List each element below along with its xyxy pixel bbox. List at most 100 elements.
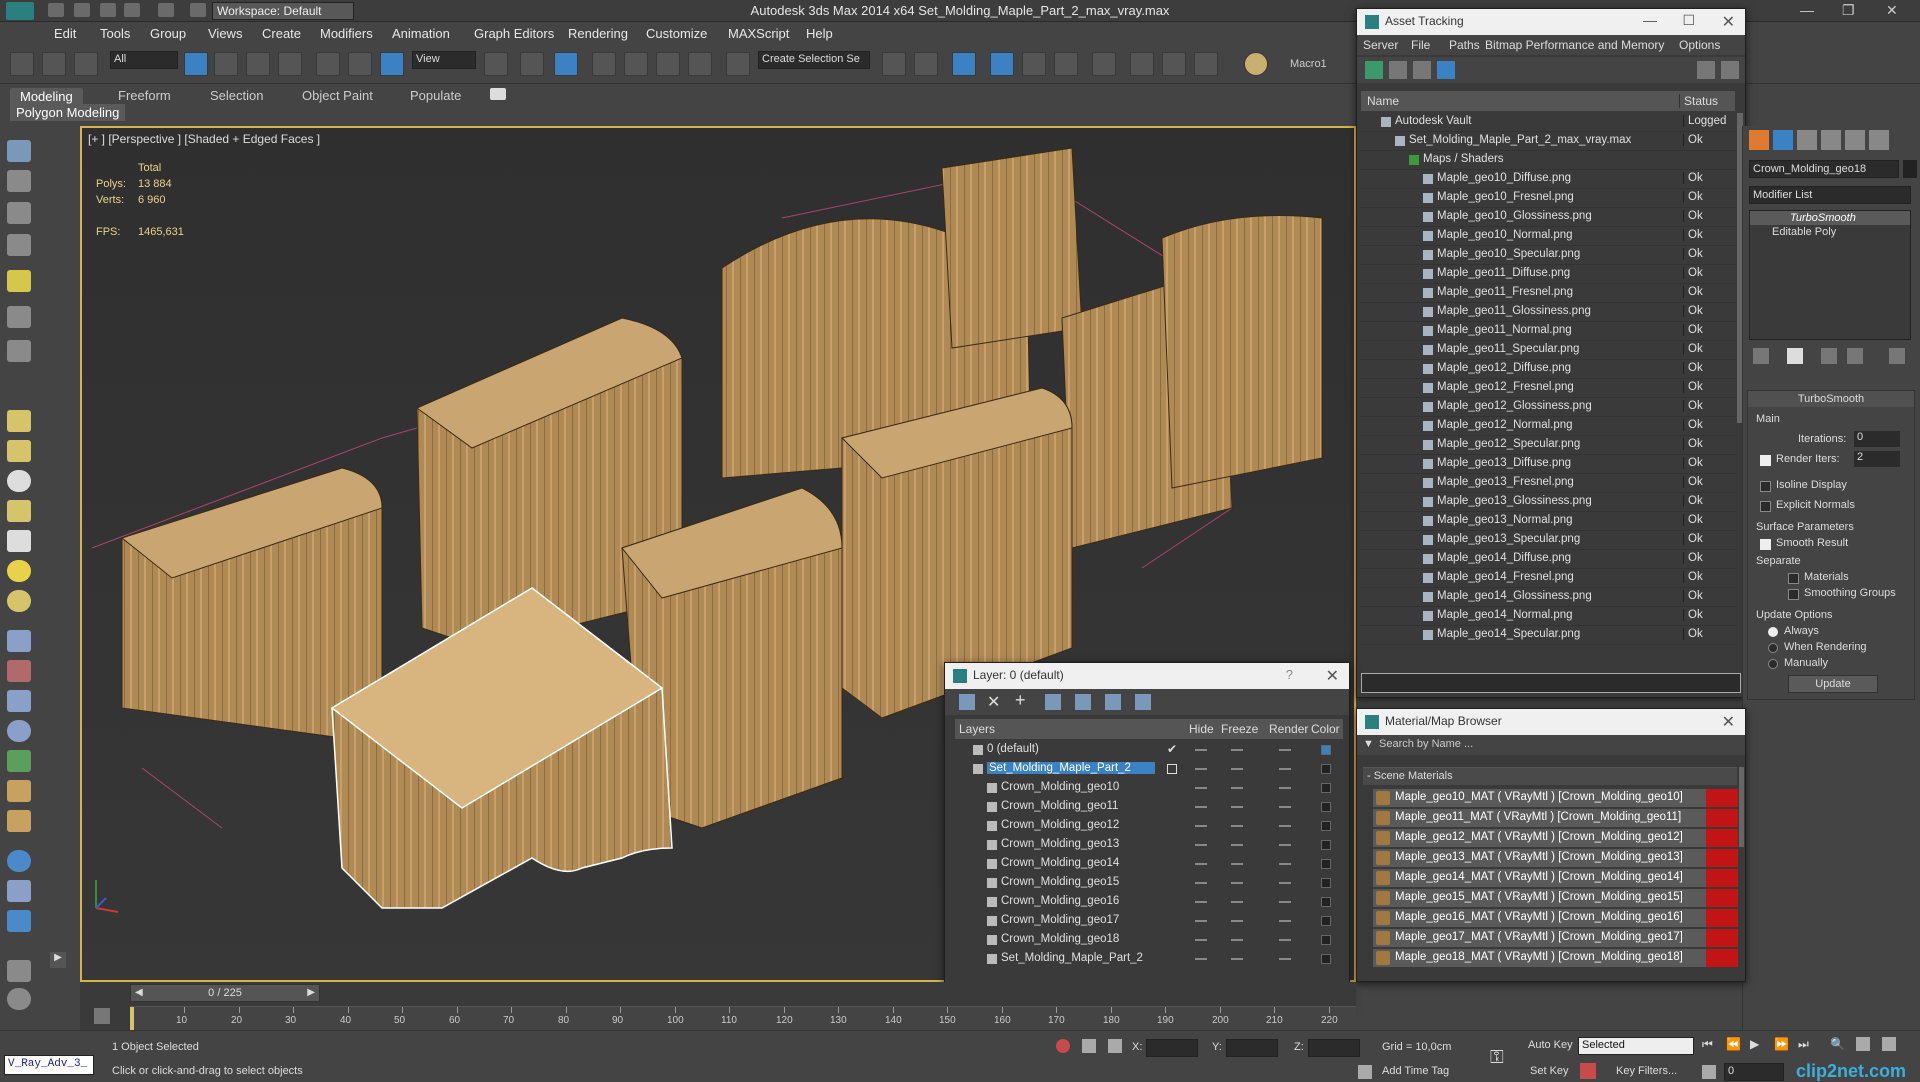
menu-paths[interactable]: Paths: [1449, 38, 1480, 52]
freeze-toggle-icon[interactable]: [1231, 863, 1243, 865]
mini-listener-icon[interactable]: [7, 960, 31, 982]
menu-create[interactable]: Create: [262, 26, 301, 41]
menu-help[interactable]: Help: [806, 26, 833, 41]
make-unique-icon[interactable]: [1821, 348, 1837, 364]
freeze-all-layers-icon[interactable]: [1135, 694, 1151, 710]
rotate-icon[interactable]: [348, 52, 372, 76]
tab-object-paint[interactable]: Object Paint: [302, 88, 373, 103]
material-editor-icon[interactable]: [1092, 52, 1116, 76]
menu-file[interactable]: File: [1411, 38, 1430, 52]
asset-row[interactable]: Maple_geo12_Glossiness.png Ok: [1361, 398, 1735, 417]
sun-icon[interactable]: [7, 560, 31, 582]
select-by-name-icon[interactable]: [214, 52, 238, 76]
reference-coordinate-dropdown[interactable]: View: [412, 51, 476, 69]
render-toggle-icon[interactable]: [1279, 749, 1291, 751]
new-layer-icon[interactable]: [959, 694, 975, 710]
maximize-icon[interactable]: ❐: [1842, 2, 1855, 19]
browser-options-icon[interactable]: ▼: [1363, 738, 1374, 750]
asset-row[interactable]: Autodesk Vault Logged: [1361, 113, 1735, 132]
layer-manager-icon[interactable]: [952, 52, 976, 76]
layer-row-selected[interactable]: Set_Molding_Maple_Part_2: [955, 760, 1343, 779]
key-icon[interactable]: ⚿: [1490, 1047, 1504, 1068]
move-icon[interactable]: [316, 52, 340, 76]
close-icon[interactable]: ✕: [1722, 712, 1735, 732]
key-mode-icon[interactable]: [1702, 1065, 1716, 1079]
cloth-icon[interactable]: [7, 810, 31, 832]
select-link-icon[interactable]: [10, 52, 34, 76]
list-view-icon[interactable]: [1389, 61, 1407, 79]
scale-icon[interactable]: [380, 52, 404, 76]
color-picker-icon[interactable]: [7, 910, 31, 932]
freeze-toggle-icon[interactable]: [1231, 825, 1243, 827]
rendered-frame-window-icon[interactable]: [1162, 52, 1186, 76]
asset-tracking-titlebar[interactable]: Asset Tracking — ☐ ✕: [1357, 9, 1745, 35]
asset-row[interactable]: Maple_geo10_Specular.png Ok: [1361, 246, 1735, 265]
maxscript-listener-field[interactable]: V_Ray_Adv_3_: [4, 1055, 94, 1075]
bind-space-warp-icon[interactable]: [74, 52, 98, 76]
named-selection-dropdown[interactable]: Create Selection Se: [758, 51, 870, 69]
motion-tab-icon[interactable]: [1821, 130, 1841, 150]
col-freeze[interactable]: Freeze: [1221, 722, 1258, 736]
highlight-layer-icon[interactable]: [1075, 694, 1091, 710]
menu-bitmap-performance[interactable]: Bitmap Performance and Memory: [1485, 38, 1664, 52]
layer-color-swatch[interactable]: [1321, 821, 1331, 831]
render-toggle-icon[interactable]: [1279, 939, 1291, 941]
update-button[interactable]: Update: [1788, 675, 1878, 693]
window-crossing-icon[interactable]: [278, 52, 302, 76]
hide-toggle-icon[interactable]: [1195, 863, 1207, 865]
tab-modeling[interactable]: Modeling: [10, 88, 83, 105]
layer-color-swatch[interactable]: [1321, 802, 1331, 812]
tab-selection[interactable]: Selection: [210, 88, 263, 103]
layer-color-swatch[interactable]: [1321, 878, 1331, 888]
material-item[interactable]: Maple_geo13_MAT ( VRayMtl ) [Crown_Moldi…: [1373, 849, 1738, 867]
hide-toggle-icon[interactable]: [1195, 825, 1207, 827]
layer-row[interactable]: Crown_Molding_geo14: [955, 855, 1343, 874]
hierarchy-tab-icon[interactable]: [1797, 130, 1817, 150]
current-frame-field[interactable]: 0: [1724, 1063, 1784, 1081]
set-key-icon[interactable]: [1580, 1063, 1596, 1079]
key-set-dropdown[interactable]: Selected: [1578, 1037, 1694, 1055]
tab-populate[interactable]: Populate: [410, 88, 461, 103]
remove-modifier-icon[interactable]: [1847, 348, 1863, 364]
col-color[interactable]: Color: [1311, 722, 1340, 736]
select-in-layer-icon[interactable]: [1045, 694, 1061, 710]
time-slider-thumb[interactable]: ◀ 0 / 225 ▶: [130, 984, 320, 1002]
asset-row[interactable]: Maple_geo12_Normal.png Ok: [1361, 417, 1735, 436]
script-icon[interactable]: [7, 880, 31, 902]
freeze-toggle-icon[interactable]: [1231, 958, 1243, 960]
iterations-spinner[interactable]: 0: [1854, 431, 1900, 447]
tab-freeform[interactable]: Freeform: [118, 88, 171, 103]
camera-icon[interactable]: [7, 306, 31, 328]
render-toggle-icon[interactable]: [1279, 882, 1291, 884]
asset-row[interactable]: Set_Molding_Maple_Part_2_max_vray.max Ok: [1361, 132, 1735, 151]
macro-icon[interactable]: [1244, 52, 1268, 76]
render-toggle-icon[interactable]: [1279, 806, 1291, 808]
freeze-toggle-icon[interactable]: [1231, 787, 1243, 789]
render-toggle-icon[interactable]: [1279, 958, 1291, 960]
smoothing-groups-checkbox[interactable]: [1788, 589, 1799, 600]
asset-row[interactable]: Maple_geo11_Normal.png Ok: [1361, 322, 1735, 341]
render-iters-checkbox[interactable]: [1760, 455, 1771, 466]
col-status[interactable]: Status: [1679, 94, 1718, 108]
y-coord-field[interactable]: [1226, 1039, 1278, 1057]
auto-key-button[interactable]: Auto Key: [1528, 1039, 1573, 1051]
hide-toggle-icon[interactable]: [1195, 806, 1207, 808]
geosphere-icon[interactable]: [7, 590, 31, 612]
modifier-turbosmooth[interactable]: TurboSmooth: [1750, 211, 1910, 225]
percent-snap-icon[interactable]: [656, 52, 680, 76]
hide-toggle-icon[interactable]: [1195, 787, 1207, 789]
render-toggle-icon[interactable]: [1279, 863, 1291, 865]
menu-options[interactable]: Options: [1679, 38, 1720, 52]
asset-row[interactable]: Maple_geo13_Specular.png Ok: [1361, 531, 1735, 550]
goto-start-icon[interactable]: ⏮: [1702, 1037, 1713, 1052]
asset-row[interactable]: Maple_geo13_Diffuse.png Ok: [1361, 455, 1735, 474]
active-layer-box-icon[interactable]: [1167, 764, 1177, 774]
select-manipulate-icon[interactable]: [520, 52, 544, 76]
asset-path-field[interactable]: [1361, 673, 1741, 693]
always-radio[interactable]: [1768, 627, 1778, 637]
settings-icon[interactable]: [1721, 61, 1739, 79]
active-layer-check-icon[interactable]: ✔: [1167, 742, 1177, 756]
polygon-modeling-panel[interactable]: Polygon Modeling: [10, 104, 126, 121]
next-key-icon[interactable]: ⏩: [1774, 1037, 1789, 1051]
asset-row[interactable]: Maps / Shaders: [1361, 151, 1735, 170]
